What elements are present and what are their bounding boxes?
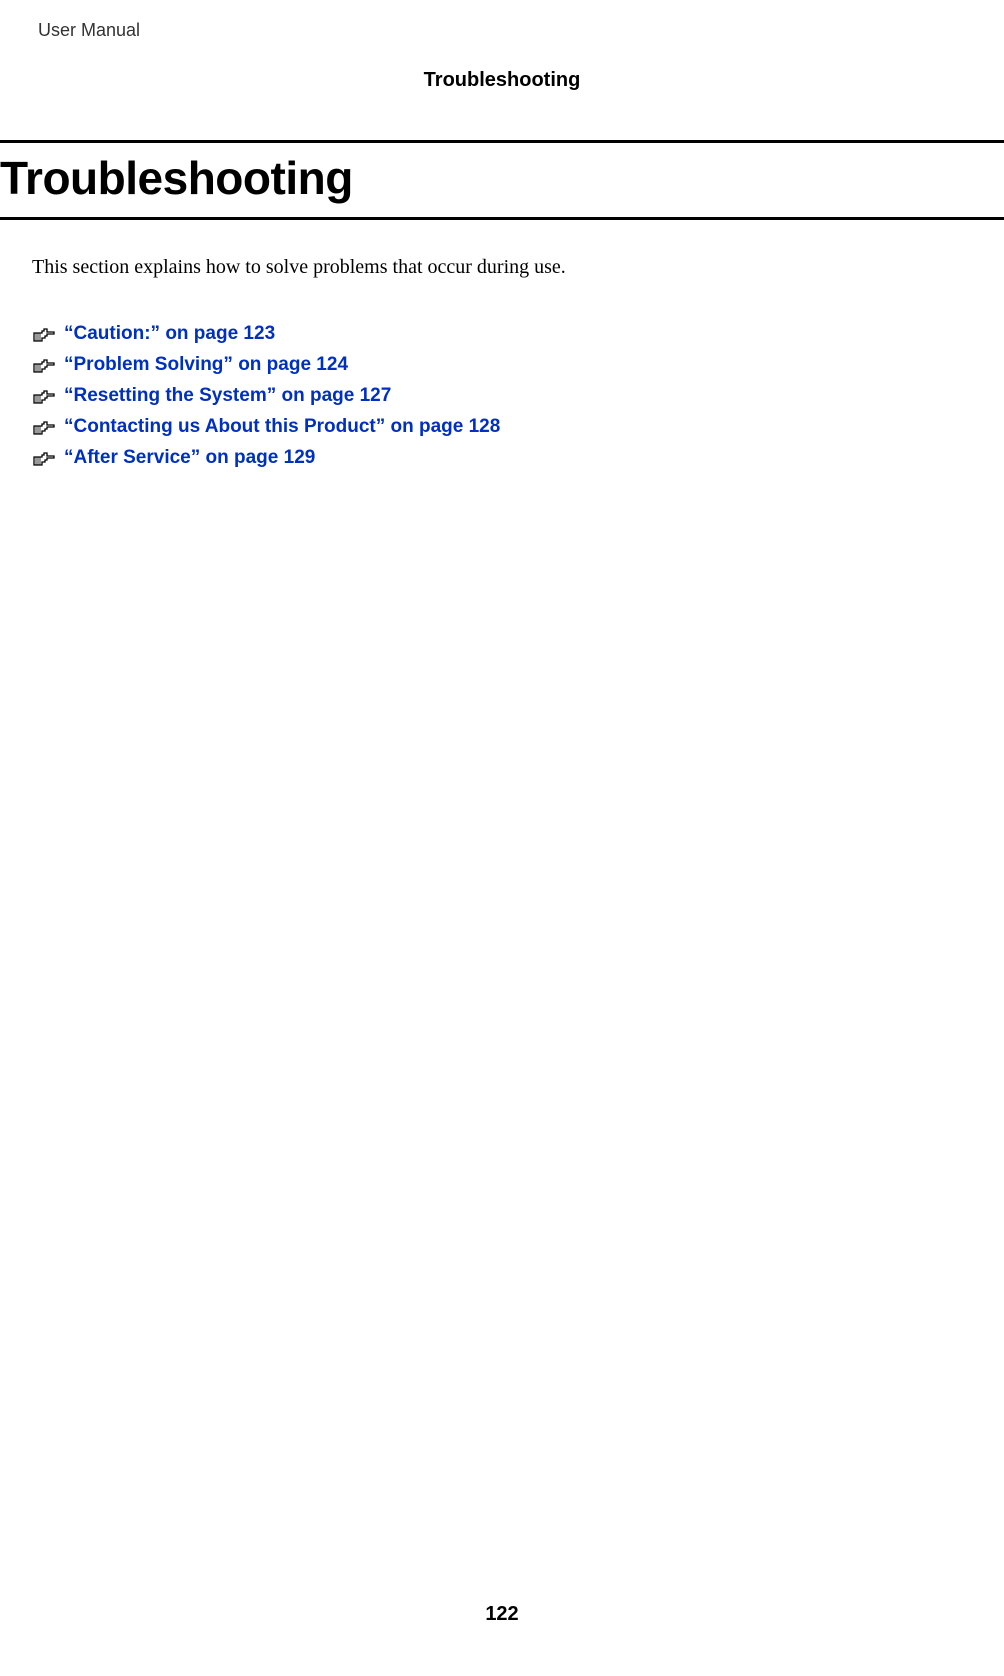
section-header: Troubleshooting [30,69,974,92]
cross-reference-item: “Problem Solving” on page 124 [32,354,974,376]
cross-reference-item: “After Service” on page 129 [32,447,974,469]
pointing-hand-icon [32,449,56,467]
cross-reference-list: “Caution:” on page 123 “Problem Solving”… [32,323,974,469]
cross-reference-link[interactable]: “Problem Solving” on page 124 [64,354,348,376]
pointing-hand-icon [32,387,56,405]
page-number: 122 [0,1603,1004,1626]
cross-reference-link[interactable]: “Contacting us About this Product” on pa… [64,416,500,438]
pointing-hand-icon [32,356,56,374]
cross-reference-link[interactable]: “Resetting the System” on page 127 [64,385,391,407]
cross-reference-item: “Caution:” on page 123 [32,323,974,345]
intro-paragraph: This section explains how to solve probl… [32,256,974,279]
cross-reference-item: “Resetting the System” on page 127 [32,385,974,407]
cross-reference-link[interactable]: “Caution:” on page 123 [64,323,275,345]
pointing-hand-icon [32,418,56,436]
page-heading: Troubleshooting [0,151,1004,205]
pointing-hand-icon [32,325,56,343]
heading-rule-wrapper: Troubleshooting [0,140,1004,220]
cross-reference-item: “Contacting us About this Product” on pa… [32,416,974,438]
document-title: User Manual [38,20,974,41]
cross-reference-link[interactable]: “After Service” on page 129 [64,447,315,469]
document-page: User Manual Troubleshooting Troubleshoot… [0,0,1004,1676]
